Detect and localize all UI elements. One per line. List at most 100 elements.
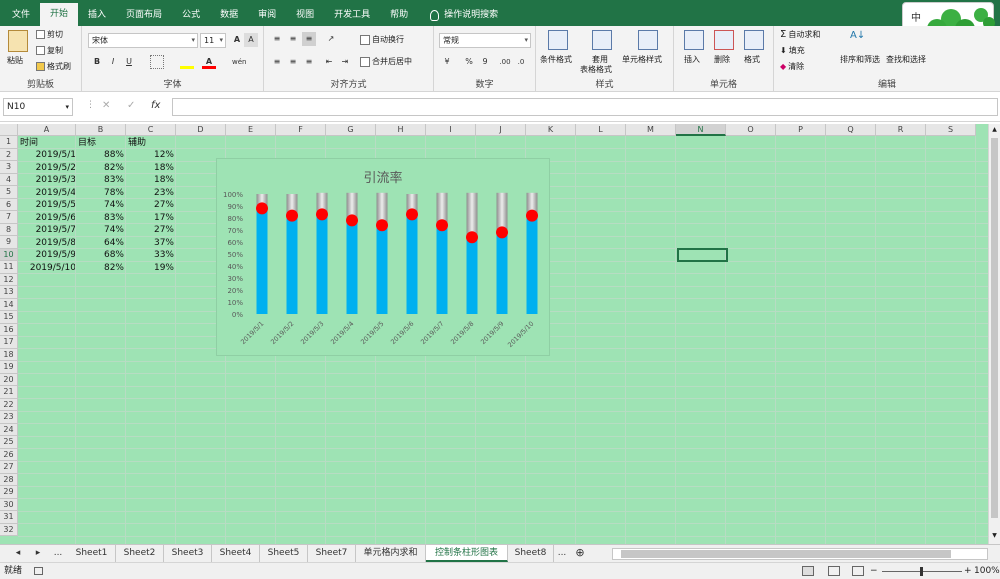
- column-header-O[interactable]: O: [726, 124, 776, 136]
- bar-target-9[interactable]: [496, 232, 508, 314]
- comma-button[interactable]: 9: [478, 55, 492, 69]
- column-header-L[interactable]: L: [576, 124, 626, 136]
- row-header-5[interactable]: 5: [0, 186, 18, 199]
- page-layout-view-icon[interactable]: [828, 566, 840, 576]
- marker-4[interactable]: [346, 214, 358, 227]
- zoom-level[interactable]: 100%: [974, 563, 1000, 579]
- column-header-M[interactable]: M: [626, 124, 676, 136]
- row-header-28[interactable]: 28: [0, 473, 18, 486]
- row-header-17[interactable]: 17: [0, 336, 18, 349]
- orientation-icon[interactable]: ↗: [324, 32, 338, 46]
- row-header-6[interactable]: 6: [0, 198, 18, 211]
- column-header-N[interactable]: N: [676, 124, 726, 136]
- row-header-23[interactable]: 23: [0, 411, 18, 424]
- border-button[interactable]: [150, 55, 164, 69]
- marker-8[interactable]: [466, 231, 478, 244]
- column-header-J[interactable]: J: [476, 124, 526, 136]
- indent-increase-icon[interactable]: ⇥: [338, 55, 352, 69]
- bar-target-1[interactable]: [256, 208, 268, 314]
- name-box[interactable]: N10 ▾: [3, 98, 73, 116]
- enter-icon[interactable]: ✓: [127, 100, 135, 111]
- column-header-S[interactable]: S: [926, 124, 976, 136]
- row-header-19[interactable]: 19: [0, 361, 18, 374]
- font-size-select[interactable]: 11 ▾: [200, 33, 226, 48]
- row-header-18[interactable]: 18: [0, 348, 18, 361]
- tab-more-right[interactable]: ...: [554, 545, 570, 562]
- row-header-29[interactable]: 29: [0, 486, 18, 499]
- column-header-E[interactable]: E: [226, 124, 276, 136]
- bar-target-3[interactable]: [316, 214, 328, 314]
- column-header-H[interactable]: H: [376, 124, 426, 136]
- vertical-scrollbar[interactable]: ▲ ▼: [988, 124, 1000, 544]
- page-break-view-icon[interactable]: [852, 566, 864, 576]
- scroll-up-icon[interactable]: ▲: [990, 126, 999, 136]
- zoom-in-icon[interactable]: +: [964, 563, 972, 579]
- tab-more-left[interactable]: ...: [50, 545, 66, 562]
- bar-target-4[interactable]: [346, 220, 358, 314]
- decrease-decimal-button[interactable]: .0: [514, 55, 528, 69]
- cell-styles-button[interactable]: 单元格样式: [622, 54, 662, 65]
- marker-6[interactable]: [406, 208, 418, 221]
- tab-sheet7[interactable]: Sheet7: [308, 545, 356, 562]
- menu-help[interactable]: 帮助: [380, 4, 418, 26]
- scroll-down-icon[interactable]: ▼: [990, 532, 999, 542]
- row-header-16[interactable]: 16: [0, 323, 18, 336]
- align-right-icon[interactable]: ≡: [302, 55, 316, 69]
- column-header-G[interactable]: G: [326, 124, 376, 136]
- conditional-format-button[interactable]: 条件格式: [540, 54, 572, 65]
- chart-area[interactable]: 引流率 0% 10% 20% 30% 40% 50% 60% 70% 80% 90% 100% 201…: [216, 158, 550, 356]
- select-all-corner[interactable]: [0, 124, 18, 136]
- align-left-icon[interactable]: ≡: [270, 55, 284, 69]
- vertical-scroll-thumb[interactable]: [991, 138, 998, 518]
- column-header-I[interactable]: I: [426, 124, 476, 136]
- column-header-R[interactable]: R: [876, 124, 926, 136]
- menu-formulas[interactable]: 公式: [172, 4, 210, 26]
- paste-button[interactable]: 粘贴: [7, 55, 23, 66]
- format-cells-button[interactable]: 格式: [744, 54, 760, 65]
- tab-next-icon[interactable]: ▸: [32, 545, 44, 562]
- menu-home[interactable]: 开始: [40, 3, 79, 26]
- align-middle-icon[interactable]: ≡: [286, 32, 300, 46]
- row-header-30[interactable]: 30: [0, 498, 18, 511]
- merge-center-button[interactable]: 合并后居中: [360, 56, 412, 67]
- row-header-3[interactable]: 3: [0, 161, 18, 174]
- number-format-select[interactable]: 常规 ▾: [439, 33, 531, 48]
- row-header-12[interactable]: 12: [0, 273, 18, 286]
- bar-target-5[interactable]: [376, 225, 388, 314]
- sort-filter-button[interactable]: 排序和筛选: [840, 54, 880, 65]
- shrink-font-button[interactable]: A: [244, 33, 258, 47]
- zoom-out-icon[interactable]: −: [870, 563, 878, 579]
- row-header-11[interactable]: 11: [0, 261, 18, 274]
- row-header-25[interactable]: 25: [0, 436, 18, 449]
- row-header-7[interactable]: 7: [0, 211, 18, 224]
- tab-prev-icon[interactable]: ◂: [12, 545, 24, 562]
- macro-record-icon[interactable]: [34, 567, 43, 575]
- row-header-13[interactable]: 13: [0, 286, 18, 299]
- column-header-F[interactable]: F: [276, 124, 326, 136]
- bar-target-6[interactable]: [406, 214, 418, 314]
- menu-review[interactable]: 审阅: [248, 4, 286, 26]
- row-header-27[interactable]: 27: [0, 461, 18, 474]
- horizontal-scroll-thumb[interactable]: [621, 550, 951, 558]
- row-header-15[interactable]: 15: [0, 311, 18, 324]
- find-select-button[interactable]: 查找和选择: [886, 54, 926, 65]
- row-header-14[interactable]: 14: [0, 298, 18, 311]
- cancel-icon[interactable]: ✕: [102, 100, 110, 111]
- increase-decimal-button[interactable]: .00: [498, 55, 512, 69]
- row-header-9[interactable]: 9: [0, 236, 18, 249]
- menu-data[interactable]: 数据: [210, 4, 248, 26]
- column-header-Q[interactable]: Q: [826, 124, 876, 136]
- fill-color-button[interactable]: [180, 55, 194, 69]
- menu-developer[interactable]: 开发工具: [324, 4, 380, 26]
- selected-cell-N10[interactable]: [677, 248, 728, 262]
- bar-target-2[interactable]: [286, 215, 298, 314]
- marker-5[interactable]: [376, 219, 388, 232]
- copy-button[interactable]: 复制: [36, 45, 63, 56]
- row-header-4[interactable]: 4: [0, 173, 18, 186]
- align-top-icon[interactable]: ≡: [270, 32, 284, 46]
- insert-cells-button[interactable]: 插入: [684, 54, 700, 65]
- column-header-D[interactable]: D: [176, 124, 226, 136]
- row-header-2[interactable]: 2: [0, 148, 18, 161]
- marker-3[interactable]: [316, 208, 328, 221]
- font-color-button[interactable]: A: [202, 55, 216, 69]
